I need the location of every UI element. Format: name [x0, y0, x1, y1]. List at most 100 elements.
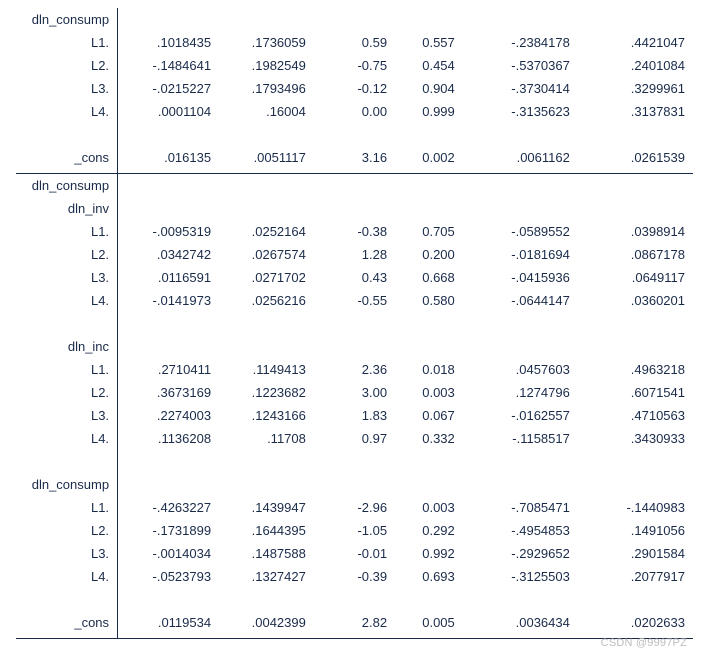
- cell-value: [118, 335, 220, 358]
- cell-value: .1018435: [118, 31, 220, 54]
- cell-value: .0256216: [219, 289, 314, 312]
- cell-value: .0457603: [463, 358, 578, 381]
- cell-value: 0.43: [314, 266, 395, 289]
- cell-value: 0.200: [395, 243, 463, 266]
- cell-value: .0202633: [578, 611, 693, 634]
- cell-value: 0.003: [395, 496, 463, 519]
- cell-value: 0.332: [395, 427, 463, 450]
- row-label: L4.: [16, 100, 118, 123]
- cell-value: [463, 174, 578, 198]
- cell-value: -.0014034: [118, 542, 220, 565]
- row-label: L4.: [16, 565, 118, 588]
- cell-value: .3430933: [578, 427, 693, 450]
- row-label: _cons: [16, 611, 118, 634]
- cell-value: [463, 335, 578, 358]
- row-label: L3.: [16, 542, 118, 565]
- row-label: L2.: [16, 519, 118, 542]
- cell-value: .0398914: [578, 220, 693, 243]
- cell-value: 0.003: [395, 381, 463, 404]
- row-label: L1.: [16, 31, 118, 54]
- cell-value: 1.28: [314, 243, 395, 266]
- cell-value: .0649117: [578, 266, 693, 289]
- cell-value: 0.999: [395, 100, 463, 123]
- cell-value: [578, 8, 693, 31]
- cell-value: 0.992: [395, 542, 463, 565]
- cell-value: -.4954853: [463, 519, 578, 542]
- cell-value: [118, 174, 220, 198]
- cell-value: 2.82: [314, 611, 395, 634]
- cell-value: [118, 473, 220, 496]
- row-label: dln_consump: [16, 473, 118, 496]
- cell-value: [578, 335, 693, 358]
- cell-value: .1149413: [219, 358, 314, 381]
- cell-value: [395, 473, 463, 496]
- cell-value: -0.01: [314, 542, 395, 565]
- cell-value: .0271702: [219, 266, 314, 289]
- cell-value: .2401084: [578, 54, 693, 77]
- cell-value: .0036434: [463, 611, 578, 634]
- cell-value: .3299961: [578, 77, 693, 100]
- cell-value: .0867178: [578, 243, 693, 266]
- cell-value: [219, 473, 314, 496]
- cell-value: 0.693: [395, 565, 463, 588]
- cell-value: .1736059: [219, 31, 314, 54]
- cell-value: .0360201: [578, 289, 693, 312]
- cell-value: 0.97: [314, 427, 395, 450]
- cell-value: -1.05: [314, 519, 395, 542]
- cell-value: .2901584: [578, 542, 693, 565]
- cell-value: .016135: [118, 146, 220, 169]
- row-label: L2.: [16, 54, 118, 77]
- cell-value: .0061162: [463, 146, 578, 169]
- cell-value: -.2929652: [463, 542, 578, 565]
- row-label: L4.: [16, 289, 118, 312]
- cell-value: [395, 335, 463, 358]
- cell-value: 0.002: [395, 146, 463, 169]
- cell-value: 0.557: [395, 31, 463, 54]
- cell-value: -.0141973: [118, 289, 220, 312]
- cell-value: [219, 8, 314, 31]
- cell-value: [314, 473, 395, 496]
- cell-value: .1491056: [578, 519, 693, 542]
- row-label: L1.: [16, 220, 118, 243]
- cell-value: [219, 197, 314, 220]
- cell-value: -.0215227: [118, 77, 220, 100]
- cell-value: -.2384178: [463, 31, 578, 54]
- row-label: L4.: [16, 427, 118, 450]
- cell-value: .1327427: [219, 565, 314, 588]
- cell-value: -.7085471: [463, 496, 578, 519]
- cell-value: -.3135623: [463, 100, 578, 123]
- cell-value: 0.00: [314, 100, 395, 123]
- cell-value: .0342742: [118, 243, 220, 266]
- cell-value: 0.705: [395, 220, 463, 243]
- cell-value: 0.904: [395, 77, 463, 100]
- cell-value: [219, 174, 314, 198]
- cell-value: 0.292: [395, 519, 463, 542]
- cell-value: 1.83: [314, 404, 395, 427]
- cell-value: [578, 197, 693, 220]
- cell-value: [118, 197, 220, 220]
- cell-value: [395, 174, 463, 198]
- cell-value: .1439947: [219, 496, 314, 519]
- cell-value: 0.067: [395, 404, 463, 427]
- cell-value: [578, 473, 693, 496]
- cell-value: .1274796: [463, 381, 578, 404]
- cell-value: [219, 335, 314, 358]
- cell-value: 3.00: [314, 381, 395, 404]
- cell-value: -0.12: [314, 77, 395, 100]
- cell-value: -.3730414: [463, 77, 578, 100]
- row-label: L3.: [16, 77, 118, 100]
- cell-value: -.0162557: [463, 404, 578, 427]
- cell-value: .4963218: [578, 358, 693, 381]
- cell-value: -.0415936: [463, 266, 578, 289]
- cell-value: -2.96: [314, 496, 395, 519]
- cell-value: -.0181694: [463, 243, 578, 266]
- cell-value: -.0644147: [463, 289, 578, 312]
- row-label: L2.: [16, 243, 118, 266]
- cell-value: .0267574: [219, 243, 314, 266]
- cell-value: .3673169: [118, 381, 220, 404]
- cell-value: .6071541: [578, 381, 693, 404]
- watermark: CSDN @9997PZ: [601, 637, 687, 649]
- cell-value: -0.55: [314, 289, 395, 312]
- cell-value: -0.75: [314, 54, 395, 77]
- cell-value: 0.580: [395, 289, 463, 312]
